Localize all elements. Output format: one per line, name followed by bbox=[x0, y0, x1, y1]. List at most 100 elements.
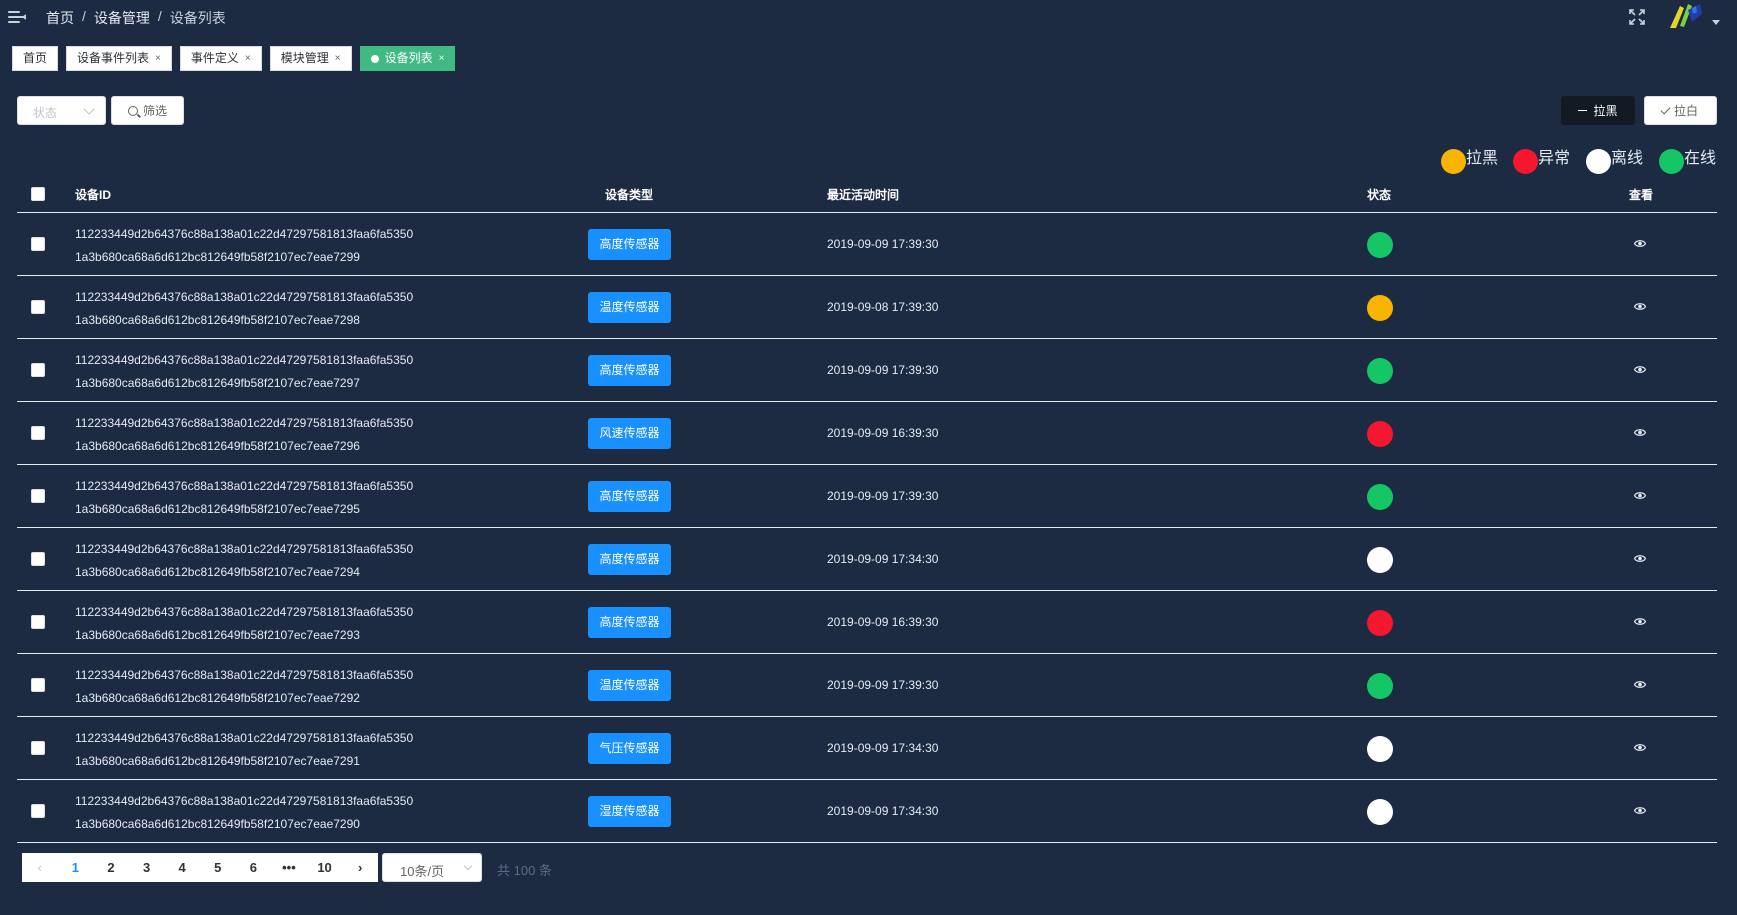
device-id-cell: 112233449d2b64376c88a138a01c22d472975818… bbox=[75, 286, 413, 332]
device-type-badge[interactable]: 高度传感器 bbox=[588, 355, 671, 386]
device-id-line2: 1a3b680ca68a6d612bc812649fb58f2107ec7eae… bbox=[75, 313, 360, 327]
whitelist-button[interactable]: 拉白 bbox=[1644, 96, 1717, 125]
breadcrumb-separator: / bbox=[82, 8, 86, 24]
status-select[interactable]: 状态 bbox=[17, 96, 106, 125]
last-active-time: 2019-09-09 17:34:30 bbox=[827, 552, 939, 566]
minus-icon bbox=[1578, 109, 1588, 112]
fullscreen-icon[interactable] bbox=[1628, 8, 1646, 26]
device-id-cell: 112233449d2b64376c88a138a01c22d472975818… bbox=[75, 223, 413, 269]
device-id-line2: 1a3b680ca68a6d612bc812649fb58f2107ec7eae… bbox=[75, 502, 360, 516]
table-row: 112233449d2b64376c88a138a01c22d472975818… bbox=[17, 465, 1717, 528]
page-number-3[interactable]: 3 bbox=[129, 860, 165, 875]
row-checkbox[interactable] bbox=[31, 741, 45, 755]
page-ellipsis[interactable]: ••• bbox=[271, 860, 307, 875]
page-number-4[interactable]: 4 bbox=[164, 860, 200, 875]
page-number-10[interactable]: 10 bbox=[307, 860, 343, 875]
filter-button[interactable]: 筛选 bbox=[111, 96, 184, 125]
page-size-value: 10条/页 bbox=[400, 864, 445, 879]
tag-label: 事件定义 bbox=[190, 51, 239, 65]
eye-icon[interactable] bbox=[1634, 365, 1646, 374]
column-header-device-type: 设备类型 bbox=[605, 188, 654, 202]
row-checkbox[interactable] bbox=[31, 804, 45, 818]
row-checkbox[interactable] bbox=[31, 489, 45, 503]
avatar[interactable] bbox=[1666, 0, 1706, 34]
close-icon[interactable]: × bbox=[155, 46, 161, 71]
row-checkbox[interactable] bbox=[31, 363, 45, 377]
device-id-cell: 112233449d2b64376c88a138a01c22d472975818… bbox=[75, 412, 413, 458]
row-checkbox[interactable] bbox=[31, 300, 45, 314]
device-id-line2: 1a3b680ca68a6d612bc812649fb58f2107ec7eae… bbox=[75, 439, 360, 453]
last-active-time: 2019-09-09 16:39:30 bbox=[827, 426, 939, 440]
device-id-line1: 112233449d2b64376c88a138a01c22d472975818… bbox=[75, 353, 414, 367]
last-active-time: 2019-09-09 16:39:30 bbox=[827, 615, 939, 629]
status-indicator bbox=[1367, 673, 1393, 699]
tag-module-management[interactable]: 模块管理 × bbox=[269, 46, 352, 71]
device-id-line1: 112233449d2b64376c88a138a01c22d472975818… bbox=[75, 479, 414, 493]
blacklist-button[interactable]: 拉黑 bbox=[1561, 96, 1635, 125]
row-checkbox[interactable] bbox=[31, 552, 45, 566]
tag-event-definition[interactable]: 事件定义 × bbox=[179, 46, 262, 71]
menu-fold-icon[interactable] bbox=[8, 9, 26, 25]
prev-page-button[interactable]: ‹ bbox=[22, 860, 58, 875]
eye-icon[interactable] bbox=[1634, 302, 1646, 311]
status-indicator bbox=[1367, 547, 1393, 573]
device-id-line2: 1a3b680ca68a6d612bc812649fb58f2107ec7eae… bbox=[75, 817, 360, 831]
page-size-select[interactable]: 10条/页 bbox=[382, 853, 482, 882]
navbar: 首页 / 设备管理 / 设备列表 bbox=[0, 0, 1737, 34]
status-indicator bbox=[1367, 610, 1393, 636]
device-type-badge[interactable]: 高度传感器 bbox=[588, 229, 671, 260]
eye-icon[interactable] bbox=[1634, 680, 1646, 689]
page-number-5[interactable]: 5 bbox=[200, 860, 236, 875]
page-number-6[interactable]: 6 bbox=[236, 860, 272, 875]
device-table: 设备ID 设备类型 最近活动时间 状态 查看 112233449d2b64376… bbox=[17, 175, 1717, 843]
device-type-badge[interactable]: 温度传感器 bbox=[588, 292, 671, 323]
close-icon[interactable]: × bbox=[245, 46, 251, 71]
table-row: 112233449d2b64376c88a138a01c22d472975818… bbox=[17, 402, 1717, 465]
legend-label: 拉黑 bbox=[1466, 150, 1499, 167]
device-id-line2: 1a3b680ca68a6d612bc812649fb58f2107ec7eae… bbox=[75, 754, 360, 768]
device-id-line1: 112233449d2b64376c88a138a01c22d472975818… bbox=[75, 605, 414, 619]
eye-icon[interactable] bbox=[1634, 554, 1646, 563]
legend-label: 离线 bbox=[1611, 150, 1644, 167]
filter-button-label: 筛选 bbox=[142, 104, 167, 118]
status-indicator bbox=[1367, 358, 1393, 384]
device-type-badge[interactable]: 风速传感器 bbox=[588, 418, 671, 449]
eye-icon[interactable] bbox=[1634, 806, 1646, 815]
close-icon[interactable]: × bbox=[439, 46, 445, 71]
breadcrumb-device-management[interactable]: 设备管理 bbox=[94, 8, 150, 28]
eye-icon[interactable] bbox=[1634, 617, 1646, 626]
next-page-button[interactable]: › bbox=[342, 860, 378, 875]
device-type-badge[interactable]: 湿度传感器 bbox=[588, 796, 671, 827]
row-checkbox[interactable] bbox=[31, 678, 45, 692]
row-checkbox[interactable] bbox=[31, 237, 45, 251]
breadcrumb-home[interactable]: 首页 bbox=[46, 8, 74, 28]
last-active-time: 2019-09-09 17:39:30 bbox=[827, 489, 939, 503]
eye-icon[interactable] bbox=[1634, 743, 1646, 752]
status-indicator bbox=[1367, 421, 1393, 447]
device-type-badge[interactable]: 温度传感器 bbox=[588, 670, 671, 701]
tag-device-list[interactable]: 设备列表 × bbox=[359, 46, 456, 71]
tag-label: 设备事件列表 bbox=[77, 51, 150, 65]
column-header-view: 查看 bbox=[1629, 188, 1654, 202]
tag-device-event-list[interactable]: 设备事件列表 × bbox=[66, 46, 172, 71]
table-row: 112233449d2b64376c88a138a01c22d472975818… bbox=[17, 780, 1717, 843]
close-icon[interactable]: × bbox=[335, 46, 341, 71]
tag-home[interactable]: 首页 bbox=[12, 46, 59, 71]
eye-icon[interactable] bbox=[1634, 428, 1646, 437]
device-id-line1: 112233449d2b64376c88a138a01c22d472975818… bbox=[75, 542, 414, 556]
whitelist-button-label: 拉白 bbox=[1673, 104, 1698, 118]
page-number-1[interactable]: 1 bbox=[58, 860, 94, 875]
device-type-badge[interactable]: 气压传感器 bbox=[588, 733, 671, 764]
row-checkbox[interactable] bbox=[31, 426, 45, 440]
page-number-2[interactable]: 2 bbox=[93, 860, 129, 875]
eye-icon[interactable] bbox=[1634, 239, 1646, 248]
chevron-down-icon[interactable] bbox=[1712, 20, 1720, 25]
device-id-cell: 112233449d2b64376c88a138a01c22d472975818… bbox=[75, 601, 413, 647]
device-type-badge[interactable]: 高度传感器 bbox=[588, 607, 671, 638]
select-all-checkbox[interactable] bbox=[31, 187, 45, 201]
row-checkbox[interactable] bbox=[31, 615, 45, 629]
device-type-badge[interactable]: 高度传感器 bbox=[588, 481, 671, 512]
device-type-badge[interactable]: 高度传感器 bbox=[588, 544, 671, 575]
eye-icon[interactable] bbox=[1634, 491, 1646, 500]
tag-label: 首页 bbox=[23, 51, 48, 65]
